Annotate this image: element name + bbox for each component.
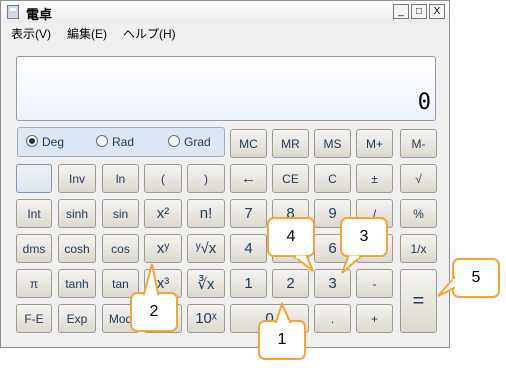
result-display: 0 [16,56,436,121]
key-mc[interactable]: MC [230,129,267,158]
key-equals[interactable]: = [400,269,437,333]
key-inv[interactable]: Inv [58,164,96,193]
key-blank [16,164,52,193]
key-sinh[interactable]: sinh [58,199,96,228]
key-c[interactable]: C [314,164,351,193]
callout-1-label: 1 [277,331,287,348]
angle-mode-group: Deg Rad Grad [17,127,225,157]
key-ln[interactable]: ln [102,164,139,193]
key-factorial[interactable]: n! [187,199,225,228]
callout-pointer [341,255,363,274]
callout-2-label: 2 [149,303,159,320]
key-reciprocal[interactable]: 1/x [400,234,437,263]
key-2[interactable]: 2 [272,269,309,298]
key-dms[interactable]: dms [16,234,52,263]
radio-grad-label: Grad [184,135,211,149]
key-x-squared[interactable]: x² [144,199,182,228]
key-pi[interactable]: π [16,269,52,298]
key-3[interactable]: 3 [314,269,351,298]
callout-pointer [274,301,292,324]
maximize-button[interactable]: □ [411,4,427,19]
title-bar: 電卓 _ □ X [1,1,449,24]
key-open-paren[interactable]: ( [144,164,182,193]
key-x-power-y[interactable]: xʸ [144,234,182,263]
key-sin[interactable]: sin [102,199,139,228]
key-m-minus[interactable]: M- [400,129,437,158]
radio-rad-label: Rad [112,135,135,149]
key-sqrt[interactable]: √ [400,164,437,193]
window-title: 電卓 [26,7,53,22]
calculator-window: 電卓 _ □ X 表示(V) 編集(E) ヘルプ(H) 0 Deg Rad Gr… [0,0,450,348]
callout-pointer [437,275,456,297]
callout-3-label: 3 [359,228,369,245]
key-decimal[interactable]: . [314,304,351,333]
key-mr[interactable]: MR [272,129,309,158]
callout-4: 4 [267,217,315,272]
key-backspace[interactable]: ← [230,164,267,193]
key-1[interactable]: 1 [230,269,267,298]
key-plus-minus[interactable]: ± [356,164,393,193]
callout-pointer [142,263,160,296]
key-cosh[interactable]: cosh [58,234,96,263]
key-f-e[interactable]: F-E [16,304,52,333]
radio-checked-icon [26,135,38,147]
callout-3: 3 [340,217,388,274]
calculator-app-icon [7,5,19,19]
radio-deg-label: Deg [42,135,65,149]
key-int[interactable]: Int [16,199,52,228]
key-percent[interactable]: % [400,199,437,228]
key-10-power-x[interactable]: 10ˣ [187,304,225,333]
radio-grad[interactable]: Grad [168,135,211,149]
callout-2: 2 [130,263,178,332]
key-ce[interactable]: CE [272,164,309,193]
key-subtract[interactable]: - [356,269,393,298]
minimize-button[interactable]: _ [393,4,409,19]
callout-5-label: 5 [471,269,481,286]
key-cos[interactable]: cos [102,234,139,263]
callout-4-label: 4 [286,228,296,245]
key-4[interactable]: 4 [230,234,267,263]
menu-view[interactable]: 表示(V) [11,25,51,42]
key-m-plus[interactable]: M+ [356,129,393,158]
close-button[interactable]: X [429,4,445,19]
key-tanh[interactable]: tanh [58,269,96,298]
key-ms[interactable]: MS [314,129,351,158]
display-value: 0 [417,90,431,115]
callout-pointer [292,255,314,272]
radio-unchecked-icon [96,135,108,147]
key-y-root-x[interactable]: ʸ√x [187,234,225,263]
key-exp[interactable]: Exp [58,304,96,333]
menu-edit[interactable]: 編集(E) [67,25,107,42]
menu-help[interactable]: ヘルプ(H) [123,25,176,42]
callout-1: 1 [258,301,306,360]
key-cube-root[interactable]: ∛x [187,269,225,298]
radio-deg[interactable]: Deg [26,135,64,149]
key-add[interactable]: + [356,304,393,333]
radio-unchecked-icon [168,135,180,147]
callout-5: 5 [437,258,500,298]
menu-bar: 表示(V) 編集(E) ヘルプ(H) [1,23,449,43]
key-7[interactable]: 7 [230,199,267,228]
radio-rad[interactable]: Rad [96,135,134,149]
key-close-paren[interactable]: ) [187,164,225,193]
